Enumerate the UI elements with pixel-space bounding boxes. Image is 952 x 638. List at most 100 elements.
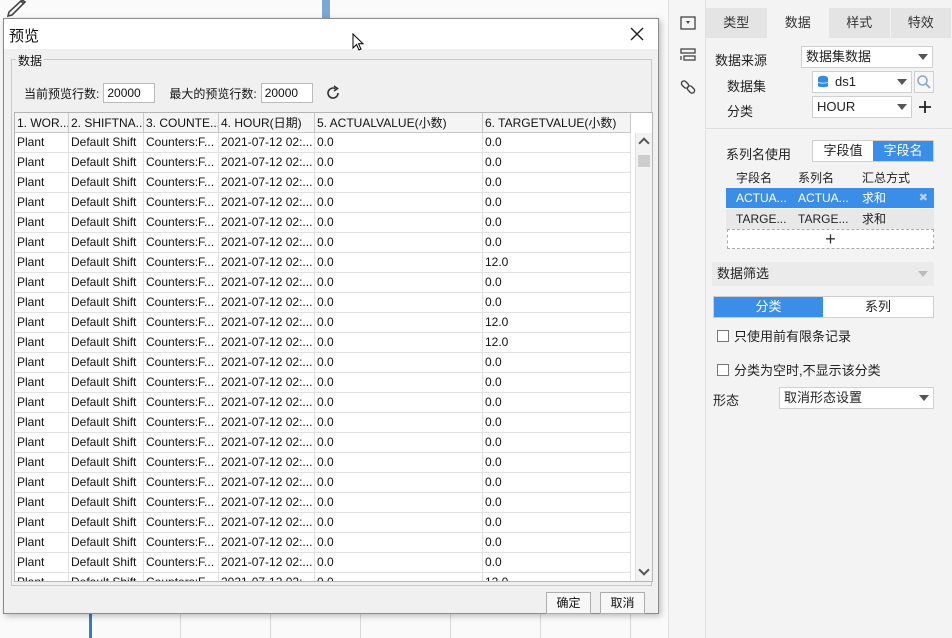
add-category-button[interactable]	[916, 96, 934, 118]
chevron-down-icon	[918, 54, 928, 60]
col-targetvalue-cell: 12.0	[483, 333, 631, 352]
delete-icon[interactable]: ✖	[919, 188, 928, 208]
shape-value: 取消形态设置	[784, 390, 863, 405]
table-row[interactable]: Plant Default Shift Counters:F... 2021-07-1…	[15, 373, 631, 393]
preview-dialog: 预览 数据 当前预览行数: 20000 最大的预览行数: 20000 1. WO…	[3, 18, 659, 614]
table-row[interactable]: Plant Default Shift Counters:F... 2021-07-1…	[15, 193, 631, 213]
col-hour-cell: 2021-07-12 02:...	[219, 333, 315, 352]
field-table-row[interactable]: TARGE... TARGE... 求和	[726, 209, 934, 229]
add-field-button[interactable]: +	[727, 229, 934, 249]
chart-frame-icon[interactable]	[678, 13, 698, 33]
data-filter-section[interactable]: 数据筛选	[712, 262, 934, 286]
checkbox-box[interactable]	[717, 329, 729, 342]
table-row[interactable]: Plant Default Shift Counters:F... 2021-07-1…	[15, 313, 631, 333]
col-workcenter-cell: Plant	[15, 313, 69, 332]
max-rows-input[interactable]: 20000	[260, 83, 313, 103]
col-counter-cell: Counters:F...	[144, 473, 219, 492]
table-row[interactable]: Plant Default Shift Counters:F... 2021-07-1…	[15, 553, 631, 573]
table-row[interactable]: Plant Default Shift Counters:F... 2021-07-1…	[15, 493, 631, 513]
field-name-cell: ACTUA...	[736, 191, 787, 205]
col-hour-cell: 2021-07-12 02:...	[219, 453, 315, 472]
col-workcenter-header[interactable]: 1. WOR...	[15, 113, 69, 133]
dataset-select[interactable]: ds1	[812, 71, 912, 93]
current-rows-input[interactable]: 20000	[103, 83, 156, 103]
table-row[interactable]: Plant Default Shift Counters:F... 2021-07-1…	[15, 533, 631, 553]
series-name-field-value-option[interactable]: 字段值	[813, 141, 873, 161]
tab-type[interactable]: 类型	[706, 8, 767, 38]
table-row[interactable]: Plant Default Shift Counters:F... 2021-07-1…	[15, 253, 631, 273]
table-row[interactable]: Plant Default Shift Counters:F... 2021-07-1…	[15, 233, 631, 253]
col-counter-cell: Counters:F...	[144, 153, 219, 172]
dialog-title-bar[interactable]: 预览	[4, 19, 658, 49]
col-hour-header[interactable]: 4. HOUR(日期)	[219, 113, 315, 133]
hide-empty-category-checkbox[interactable]: 分类为空时,不显示该分类	[717, 360, 881, 379]
col-actualvalue-cell: 0.0	[315, 233, 483, 252]
table-row[interactable]: Plant Default Shift Counters:F... 2021-07-1…	[15, 293, 631, 313]
table-row[interactable]: Plant Default Shift Counters:F... 2021-07-1…	[15, 213, 631, 233]
preview-options-row: 当前预览行数: 20000 最大的预览行数: 20000	[24, 82, 341, 104]
tab-effects[interactable]: 特效	[890, 8, 951, 38]
table-row[interactable]: Plant Default Shift Counters:F... 2021-07-1…	[15, 473, 631, 493]
link-icon[interactable]	[678, 77, 698, 97]
scroll-up-icon[interactable]	[638, 137, 650, 149]
search-dataset-button[interactable]	[914, 71, 934, 93]
shape-label: 形态	[713, 393, 740, 408]
scroll-down-icon[interactable]	[638, 564, 650, 576]
checkbox-box[interactable]	[717, 363, 729, 376]
filter-series-option[interactable]: 系列	[823, 297, 933, 317]
col-workcenter-cell: Plant	[15, 333, 69, 352]
data-source-select[interactable]: 数据集数据	[801, 46, 933, 68]
col-workcenter-cell: Plant	[15, 573, 69, 581]
refresh-icon[interactable]	[325, 85, 341, 101]
col-targetvalue-header[interactable]: 6. TARGETVALUE(小数)	[483, 113, 631, 133]
col-counter-cell: Counters:F...	[144, 373, 219, 392]
close-icon[interactable]	[628, 25, 646, 43]
table-row[interactable]: Plant Default Shift Counters:F... 2021-07-1…	[15, 513, 631, 533]
col-shiftname-cell: Default Shift	[69, 173, 144, 192]
table-row[interactable]: Plant Default Shift Counters:F... 2021-07-1…	[15, 133, 631, 153]
field-table-row[interactable]: ACTUA... ACTUA... 求和 ✖	[726, 188, 934, 208]
table-row[interactable]: Plant Default Shift Counters:F... 2021-07-1…	[15, 173, 631, 193]
table-row[interactable]: Plant Default Shift Counters:F... 2021-07-1…	[15, 453, 631, 473]
col-actualvalue-cell: 0.0	[315, 253, 483, 272]
col-counter-cell: Counters:F...	[144, 173, 219, 192]
table-row[interactable]: Plant Default Shift Counters:F... 2021-07-1…	[15, 273, 631, 293]
field-table-header: 字段名 系列名 汇总方式	[726, 168, 934, 188]
scroll-thumb[interactable]	[638, 155, 650, 167]
col-hour-cell: 2021-07-12 02:...	[219, 373, 315, 392]
col-counter-cell: Counters:F...	[144, 333, 219, 352]
col-workcenter-cell: Plant	[15, 133, 69, 152]
table-row[interactable]: Plant Default Shift Counters:F... 2021-07-1…	[15, 573, 631, 581]
col-hour-cell: 2021-07-12 02:...	[219, 533, 315, 552]
table-row[interactable]: Plant Default Shift Counters:F... 2021-07-1…	[15, 433, 631, 453]
grid-vertical-scrollbar[interactable]	[635, 133, 652, 581]
col-workcenter-cell: Plant	[15, 253, 69, 272]
tab-style[interactable]: 样式	[829, 8, 890, 38]
tab-data[interactable]: 数据	[767, 8, 828, 38]
col-counter-header[interactable]: 3. COUNTE...	[144, 113, 219, 133]
hide-empty-category-label: 分类为空时,不显示该分类	[734, 363, 881, 378]
cancel-button[interactable]: 取消	[600, 592, 645, 614]
shape-select[interactable]: 取消形态设置	[779, 387, 934, 409]
category-select[interactable]: HOUR	[812, 96, 912, 118]
col-shiftname-header[interactable]: 2. SHIFTNA...	[69, 113, 144, 133]
summary-method-cell[interactable]: 求和	[852, 209, 934, 229]
col-shiftname-cell: Default Shift	[69, 553, 144, 572]
table-row[interactable]: Plant Default Shift Counters:F... 2021-07-1…	[15, 393, 631, 413]
col-targetvalue-cell: 0.0	[483, 193, 631, 212]
table-row[interactable]: Plant Default Shift Counters:F... 2021-07-1…	[15, 333, 631, 353]
series-name-field-name-option[interactable]: 字段名	[873, 141, 933, 161]
ok-button[interactable]: 确定	[546, 592, 591, 614]
col-workcenter-cell: Plant	[15, 373, 69, 392]
col-counter-cell: Counters:F...	[144, 213, 219, 232]
current-rows-label: 当前预览行数:	[24, 86, 100, 101]
table-row[interactable]: Plant Default Shift Counters:F... 2021-07-1…	[15, 153, 631, 173]
filter-category-option[interactable]: 分类	[714, 297, 823, 317]
limit-records-checkbox[interactable]: 只使用前有限条记录	[717, 326, 851, 345]
col-actualvalue-header[interactable]: 5. ACTUALVALUE(小数)	[315, 113, 483, 133]
widget-list-icon[interactable]	[678, 45, 698, 65]
col-hour-cell: 2021-07-12 02:...	[219, 313, 315, 332]
table-row[interactable]: Plant Default Shift Counters:F... 2021-07-1…	[15, 413, 631, 433]
table-row[interactable]: Plant Default Shift Counters:F... 2021-07-1…	[15, 353, 631, 373]
canvas-gridline	[450, 612, 451, 638]
